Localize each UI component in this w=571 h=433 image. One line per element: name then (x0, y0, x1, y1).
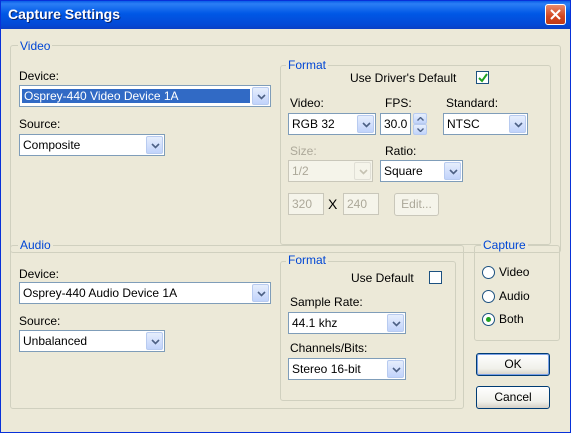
size-value: 1/2 (292, 164, 309, 178)
spin-up-button[interactable] (413, 113, 427, 124)
capture-audio-radio[interactable] (482, 290, 495, 303)
audio-format-label: Format (286, 253, 329, 267)
sample-rate-select[interactable]: 44.1 khz (288, 312, 406, 334)
capture-both-label[interactable]: Both (499, 312, 524, 326)
video-codec-label: Video: (290, 96, 324, 110)
capture-video-label[interactable]: Video (499, 265, 529, 279)
audio-source-label: Source: (19, 314, 61, 328)
ratio-value: Square (384, 164, 423, 178)
capture-audio-label[interactable]: Audio (499, 289, 530, 303)
audio-device-value: Osprey-440 Audio Device 1A (23, 286, 178, 300)
chevron-down-icon[interactable] (509, 115, 526, 133)
capture-both-radio[interactable] (482, 313, 495, 326)
video-format-label: Format (286, 58, 329, 72)
channels-bits-value: Stereo 16-bit (292, 362, 361, 376)
spin-down-button[interactable] (413, 124, 427, 135)
size-label: Size: (290, 144, 317, 158)
channels-bits-label: Channels/Bits: (290, 341, 368, 355)
title-bar[interactable]: Capture Settings (1, 1, 570, 29)
video-device-select[interactable]: Osprey-440 Video Device 1A (19, 85, 271, 107)
close-icon (550, 9, 561, 20)
size-select[interactable]: 1/2 (288, 160, 373, 182)
audio-device-label: Device: (19, 267, 60, 281)
audio-device-select[interactable]: Osprey-440 Audio Device 1A (19, 282, 271, 304)
chevron-down-icon[interactable] (357, 115, 374, 133)
capture-video-radio[interactable] (482, 266, 495, 279)
video-codec-select[interactable]: RGB 32 (288, 113, 376, 135)
audio-source-select[interactable]: Unbalanced (19, 330, 165, 352)
audio-source-value: Unbalanced (23, 334, 88, 348)
capture-settings-window: Capture Settings Video Device: Osprey-44… (0, 0, 571, 433)
fps-spinner[interactable] (413, 113, 427, 135)
times-sign: X (328, 196, 338, 212)
chevron-down-icon (417, 128, 424, 132)
fps-label: FPS: (385, 96, 412, 110)
chevron-down-icon[interactable] (444, 162, 461, 180)
chevron-down-icon[interactable] (387, 314, 404, 332)
ok-button[interactable]: OK (476, 353, 550, 376)
standard-label: Standard: (446, 96, 499, 110)
video-source-select[interactable]: Composite (19, 134, 165, 156)
use-default-checkbox[interactable] (429, 271, 442, 284)
chevron-down-icon[interactable] (354, 162, 371, 180)
standard-select[interactable]: NTSC (443, 113, 528, 135)
radio-selected-dot (486, 317, 491, 322)
video-codec-value: RGB 32 (292, 117, 335, 131)
height-value: 240 (347, 197, 368, 211)
width-value: 320 (292, 197, 313, 211)
ratio-select[interactable]: Square (380, 160, 463, 182)
cancel-button[interactable]: Cancel (476, 386, 550, 409)
chevron-down-icon[interactable] (387, 360, 404, 378)
chevron-down-icon[interactable] (252, 284, 269, 302)
width-input[interactable]: 320 (288, 193, 324, 215)
use-driver-default-label: Use Driver's Default (350, 71, 457, 85)
fps-input[interactable]: 30.0 (380, 113, 411, 135)
close-button[interactable] (545, 4, 566, 25)
use-default-label: Use Default (351, 271, 414, 285)
height-input[interactable]: 240 (343, 193, 379, 215)
dialog-body: Video Device: Osprey-440 Video Device 1A… (4, 29, 567, 430)
channels-bits-select[interactable]: Stereo 16-bit (288, 358, 406, 380)
audio-group-label: Audio (18, 238, 53, 252)
chevron-down-icon[interactable] (146, 332, 163, 350)
checkmark-icon (478, 73, 488, 83)
video-source-value: Composite (23, 138, 81, 152)
window-title: Capture Settings (8, 6, 121, 22)
ratio-label: Ratio: (385, 144, 417, 158)
fps-value: 30.0 (384, 117, 408, 131)
video-device-value: Osprey-440 Video Device 1A (22, 89, 250, 103)
video-device-label: Device: (19, 69, 60, 83)
standard-value: NTSC (447, 117, 480, 131)
edit-button[interactable]: Edit... (394, 193, 439, 216)
chevron-up-icon (417, 117, 424, 121)
chevron-down-icon[interactable] (252, 87, 269, 105)
video-group-label: Video (18, 39, 53, 53)
sample-rate-value: 44.1 khz (292, 316, 338, 330)
use-driver-default-checkbox[interactable] (476, 71, 489, 84)
video-source-label: Source: (19, 117, 61, 131)
chevron-down-icon[interactable] (146, 136, 163, 154)
capture-group-label: Capture (481, 238, 528, 252)
sample-rate-label: Sample Rate: (290, 295, 363, 309)
